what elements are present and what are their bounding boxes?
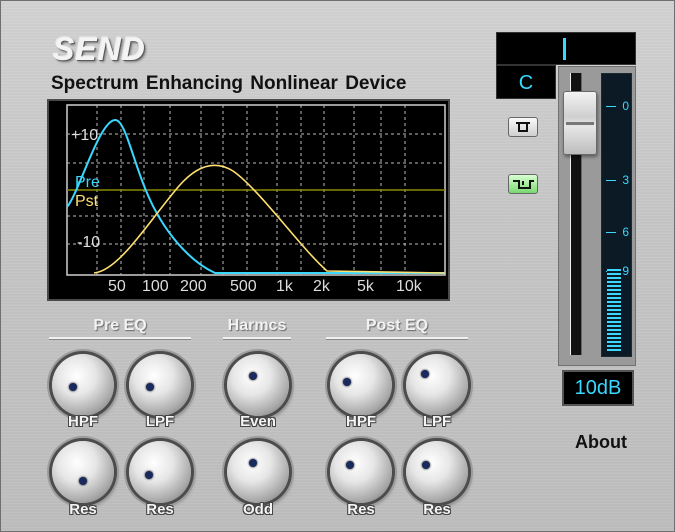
level-indicator-bar: [563, 38, 566, 60]
odd-label: Odd: [243, 501, 273, 518]
pre-curve: [66, 119, 445, 274]
post-hpf-label: HPF: [346, 413, 376, 430]
about-link[interactable]: About: [575, 432, 627, 453]
vu-label-9: 9: [622, 264, 629, 278]
pre-lpf-label: LPF: [145, 413, 175, 430]
post-res-knob-2[interactable]: [406, 441, 468, 503]
post-lpf-label: LPF: [422, 413, 452, 430]
pre-res-knob-2[interactable]: [129, 441, 191, 503]
knob-indicator: [249, 372, 257, 380]
odd-harmonics-knob[interactable]: [227, 441, 289, 503]
bypass-icon: [516, 122, 530, 132]
vu-label-0: 0: [622, 99, 629, 113]
knob-indicator: [145, 471, 153, 479]
even-label: Even: [240, 413, 276, 430]
pre-res-label-1: Res: [69, 501, 97, 518]
graph-svg: [66, 104, 446, 276]
x-label-200: 200: [180, 278, 207, 295]
plugin-title: SEND: [53, 31, 146, 67]
plugin-subtitle: Spectrum Enhancing Nonlinear Device: [51, 73, 407, 94]
x-label-1k: 1k: [276, 278, 293, 295]
routing-toggle-button[interactable]: [508, 174, 538, 194]
y-label-plus10: +10: [71, 127, 99, 144]
pre-lpf-knob[interactable]: [129, 354, 191, 416]
post-curve: [93, 164, 446, 274]
knob-indicator: [69, 383, 77, 391]
vu-tick: [606, 180, 616, 181]
knob-indicator: [249, 459, 257, 467]
y-label-minus10: -10: [77, 234, 101, 251]
plugin-panel: SEND Spectrum Enhancing Nonlinear Device: [0, 0, 675, 532]
pre-eq-divider: [49, 337, 191, 339]
post-res-label-1: Res: [347, 501, 375, 518]
knob-indicator: [79, 477, 87, 485]
knob-indicator: [146, 383, 154, 391]
post-hpf-knob[interactable]: [330, 354, 392, 416]
x-label-2k: 2k: [313, 278, 330, 295]
level-indicator-display: [496, 32, 636, 65]
x-label-10k: 10k: [396, 278, 422, 295]
knob-indicator: [343, 378, 351, 386]
x-label-50: 50: [108, 278, 126, 295]
x-label-5k: 5k: [357, 278, 374, 295]
output-fader-handle[interactable]: [563, 91, 597, 155]
post-eq-title: Post EQ: [365, 317, 429, 334]
even-harmonics-knob[interactable]: [227, 354, 289, 416]
pre-hpf-label: HPF: [68, 413, 98, 430]
knob-indicator: [346, 461, 354, 469]
mode-display[interactable]: C: [496, 65, 556, 99]
post-eq-divider: [326, 337, 468, 339]
legend-pre: Pre: [75, 174, 100, 191]
pre-res-knob-1[interactable]: [52, 441, 114, 503]
legend-pst: Pst: [75, 193, 99, 210]
post-res-label-2: Res: [423, 501, 451, 518]
knob-indicator: [422, 461, 430, 469]
knob-indicator: [421, 370, 429, 378]
routing-icon: [513, 180, 534, 189]
vu-label-3: 3: [622, 173, 629, 187]
frequency-response-graph: +10 -10 Pre Pst 50 100 200 500 1k 2k 5k …: [47, 99, 450, 301]
vu-label-6: 6: [622, 225, 629, 239]
pre-res-label-2: Res: [146, 501, 174, 518]
post-res-knob-1[interactable]: [330, 441, 392, 503]
bypass-toggle-button[interactable]: [508, 117, 538, 137]
pre-eq-title: Pre EQ: [93, 317, 147, 334]
harmcs-title: Harmcs: [227, 317, 287, 334]
output-level-readout: 10dB: [562, 370, 634, 406]
fader-mark: [566, 122, 594, 125]
x-label-100: 100: [142, 278, 169, 295]
vu-tick: [606, 106, 616, 107]
pre-hpf-knob[interactable]: [52, 354, 114, 416]
x-label-500: 500: [230, 278, 257, 295]
vu-tick: [606, 232, 616, 233]
post-lpf-knob[interactable]: [406, 354, 468, 416]
harmcs-divider: [223, 337, 291, 339]
vu-level-fill: [607, 269, 621, 352]
vu-meter: 0 3 6 9: [601, 73, 632, 357]
